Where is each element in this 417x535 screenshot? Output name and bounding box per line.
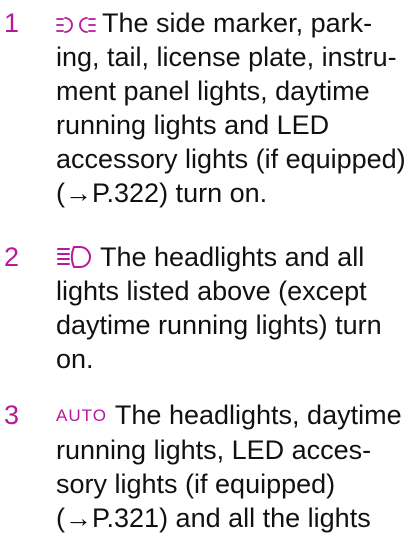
item-number: 2 [4, 242, 20, 272]
item-number: 1 [4, 8, 20, 38]
item-description: AUTO The headlights, daytime running ligh… [56, 398, 416, 535]
item-line: ment panel lights, daytime [56, 76, 370, 106]
item-description: The side marker, park- ing, tail, licens… [56, 6, 416, 210]
item-line: on. [56, 344, 94, 374]
item-line: daytime running lights) turn [56, 310, 382, 340]
item-line: running lights, LED acces- [56, 435, 372, 465]
item-line: (→P.321) and all the lights [56, 503, 371, 533]
item-line: ing, tail, license plate, instru- [56, 42, 397, 72]
item-line: sory lights (if equipped) [56, 469, 336, 499]
item-description: The headlights and all lights listed abo… [56, 240, 416, 376]
item-line: The headlights and all [56, 240, 416, 274]
parking-lights-icon [56, 15, 96, 35]
auto-icon: AUTO [56, 406, 107, 425]
item-line: The side marker, park- [56, 6, 416, 40]
item-line: AUTO The headlights, daytime [56, 400, 402, 430]
item-line: accessory lights (if equipped) [56, 144, 406, 174]
item-number: 3 [4, 400, 20, 430]
headlight-icon [56, 245, 94, 269]
item-line: lights listed above (except [56, 276, 367, 306]
item-line: running lights and LED [56, 110, 330, 140]
item-line: (→P.322) turn on. [56, 178, 268, 208]
